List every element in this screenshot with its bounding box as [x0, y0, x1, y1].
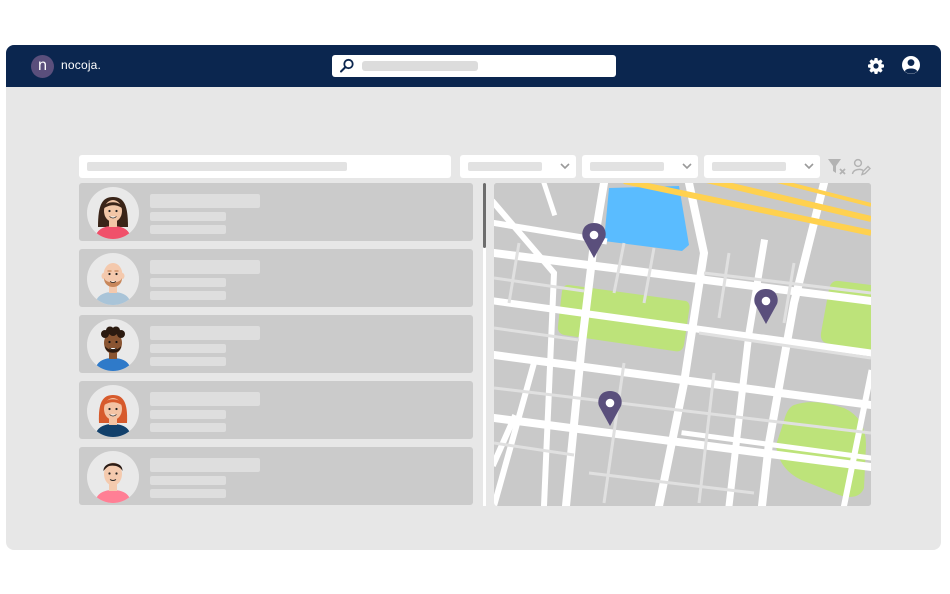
map-view[interactable] — [494, 183, 871, 506]
detail-placeholder — [150, 278, 226, 287]
avatar — [87, 253, 139, 305]
dropdown-placeholder — [468, 162, 542, 171]
app-name[interactable]: nocoja. — [61, 58, 101, 72]
search-input[interactable] — [332, 55, 616, 77]
bald-man-avatar-icon — [95, 263, 131, 305]
list-item[interactable] — [79, 183, 473, 241]
search-icon — [340, 58, 354, 73]
dropdown-placeholder — [712, 162, 786, 171]
detail-placeholder — [150, 212, 226, 221]
chevron-down-icon — [560, 163, 570, 170]
scrollbar-thumb[interactable] — [483, 183, 486, 248]
name-placeholder — [150, 260, 260, 274]
search-placeholder — [362, 61, 478, 71]
filter-dropdown-2[interactable] — [582, 155, 698, 178]
detail-placeholder — [150, 423, 226, 432]
chevron-down-icon — [804, 163, 814, 170]
red-hair-woman-avatar-icon — [95, 395, 131, 437]
edit-user-icon[interactable] — [851, 157, 871, 177]
name-placeholder — [150, 326, 260, 340]
list-item[interactable] — [79, 381, 473, 439]
list-scrollbar[interactable] — [483, 183, 486, 506]
filter-bar — [79, 155, 879, 179]
name-placeholder — [150, 458, 260, 472]
list-item[interactable] — [79, 447, 473, 505]
avatar — [87, 319, 139, 371]
chevron-down-icon — [682, 163, 692, 170]
avatar — [87, 385, 139, 437]
filter-text-input[interactable] — [79, 155, 451, 178]
detail-placeholder — [150, 357, 226, 366]
detail-placeholder — [150, 476, 226, 485]
filter-text-placeholder — [87, 162, 347, 171]
woman-avatar-icon — [95, 197, 131, 239]
avatar — [87, 451, 139, 503]
app-window: n nocoja. — [6, 45, 941, 550]
people-list — [79, 183, 473, 506]
clear-filter-icon[interactable] — [827, 157, 847, 177]
user-account-icon[interactable] — [900, 54, 922, 76]
street-map — [494, 183, 871, 506]
detail-placeholder — [150, 291, 226, 300]
water-area — [604, 186, 689, 251]
top-navigation-bar: n nocoja. — [6, 45, 941, 87]
logo-icon[interactable]: n — [31, 55, 54, 78]
name-placeholder — [150, 392, 260, 406]
list-item[interactable] — [79, 249, 473, 307]
detail-placeholder — [150, 410, 226, 419]
filter-dropdown-1[interactable] — [460, 155, 576, 178]
filter-dropdown-3[interactable] — [704, 155, 820, 178]
dark-hair-man-avatar-icon — [95, 462, 131, 503]
detail-placeholder — [150, 489, 226, 498]
detail-placeholder — [150, 225, 226, 234]
dropdown-placeholder — [590, 162, 664, 171]
avatar — [87, 187, 139, 239]
list-item[interactable] — [79, 315, 473, 373]
name-placeholder — [150, 194, 260, 208]
curly-man-avatar-icon — [95, 326, 131, 371]
detail-placeholder — [150, 344, 226, 353]
gear-icon[interactable] — [866, 56, 886, 76]
